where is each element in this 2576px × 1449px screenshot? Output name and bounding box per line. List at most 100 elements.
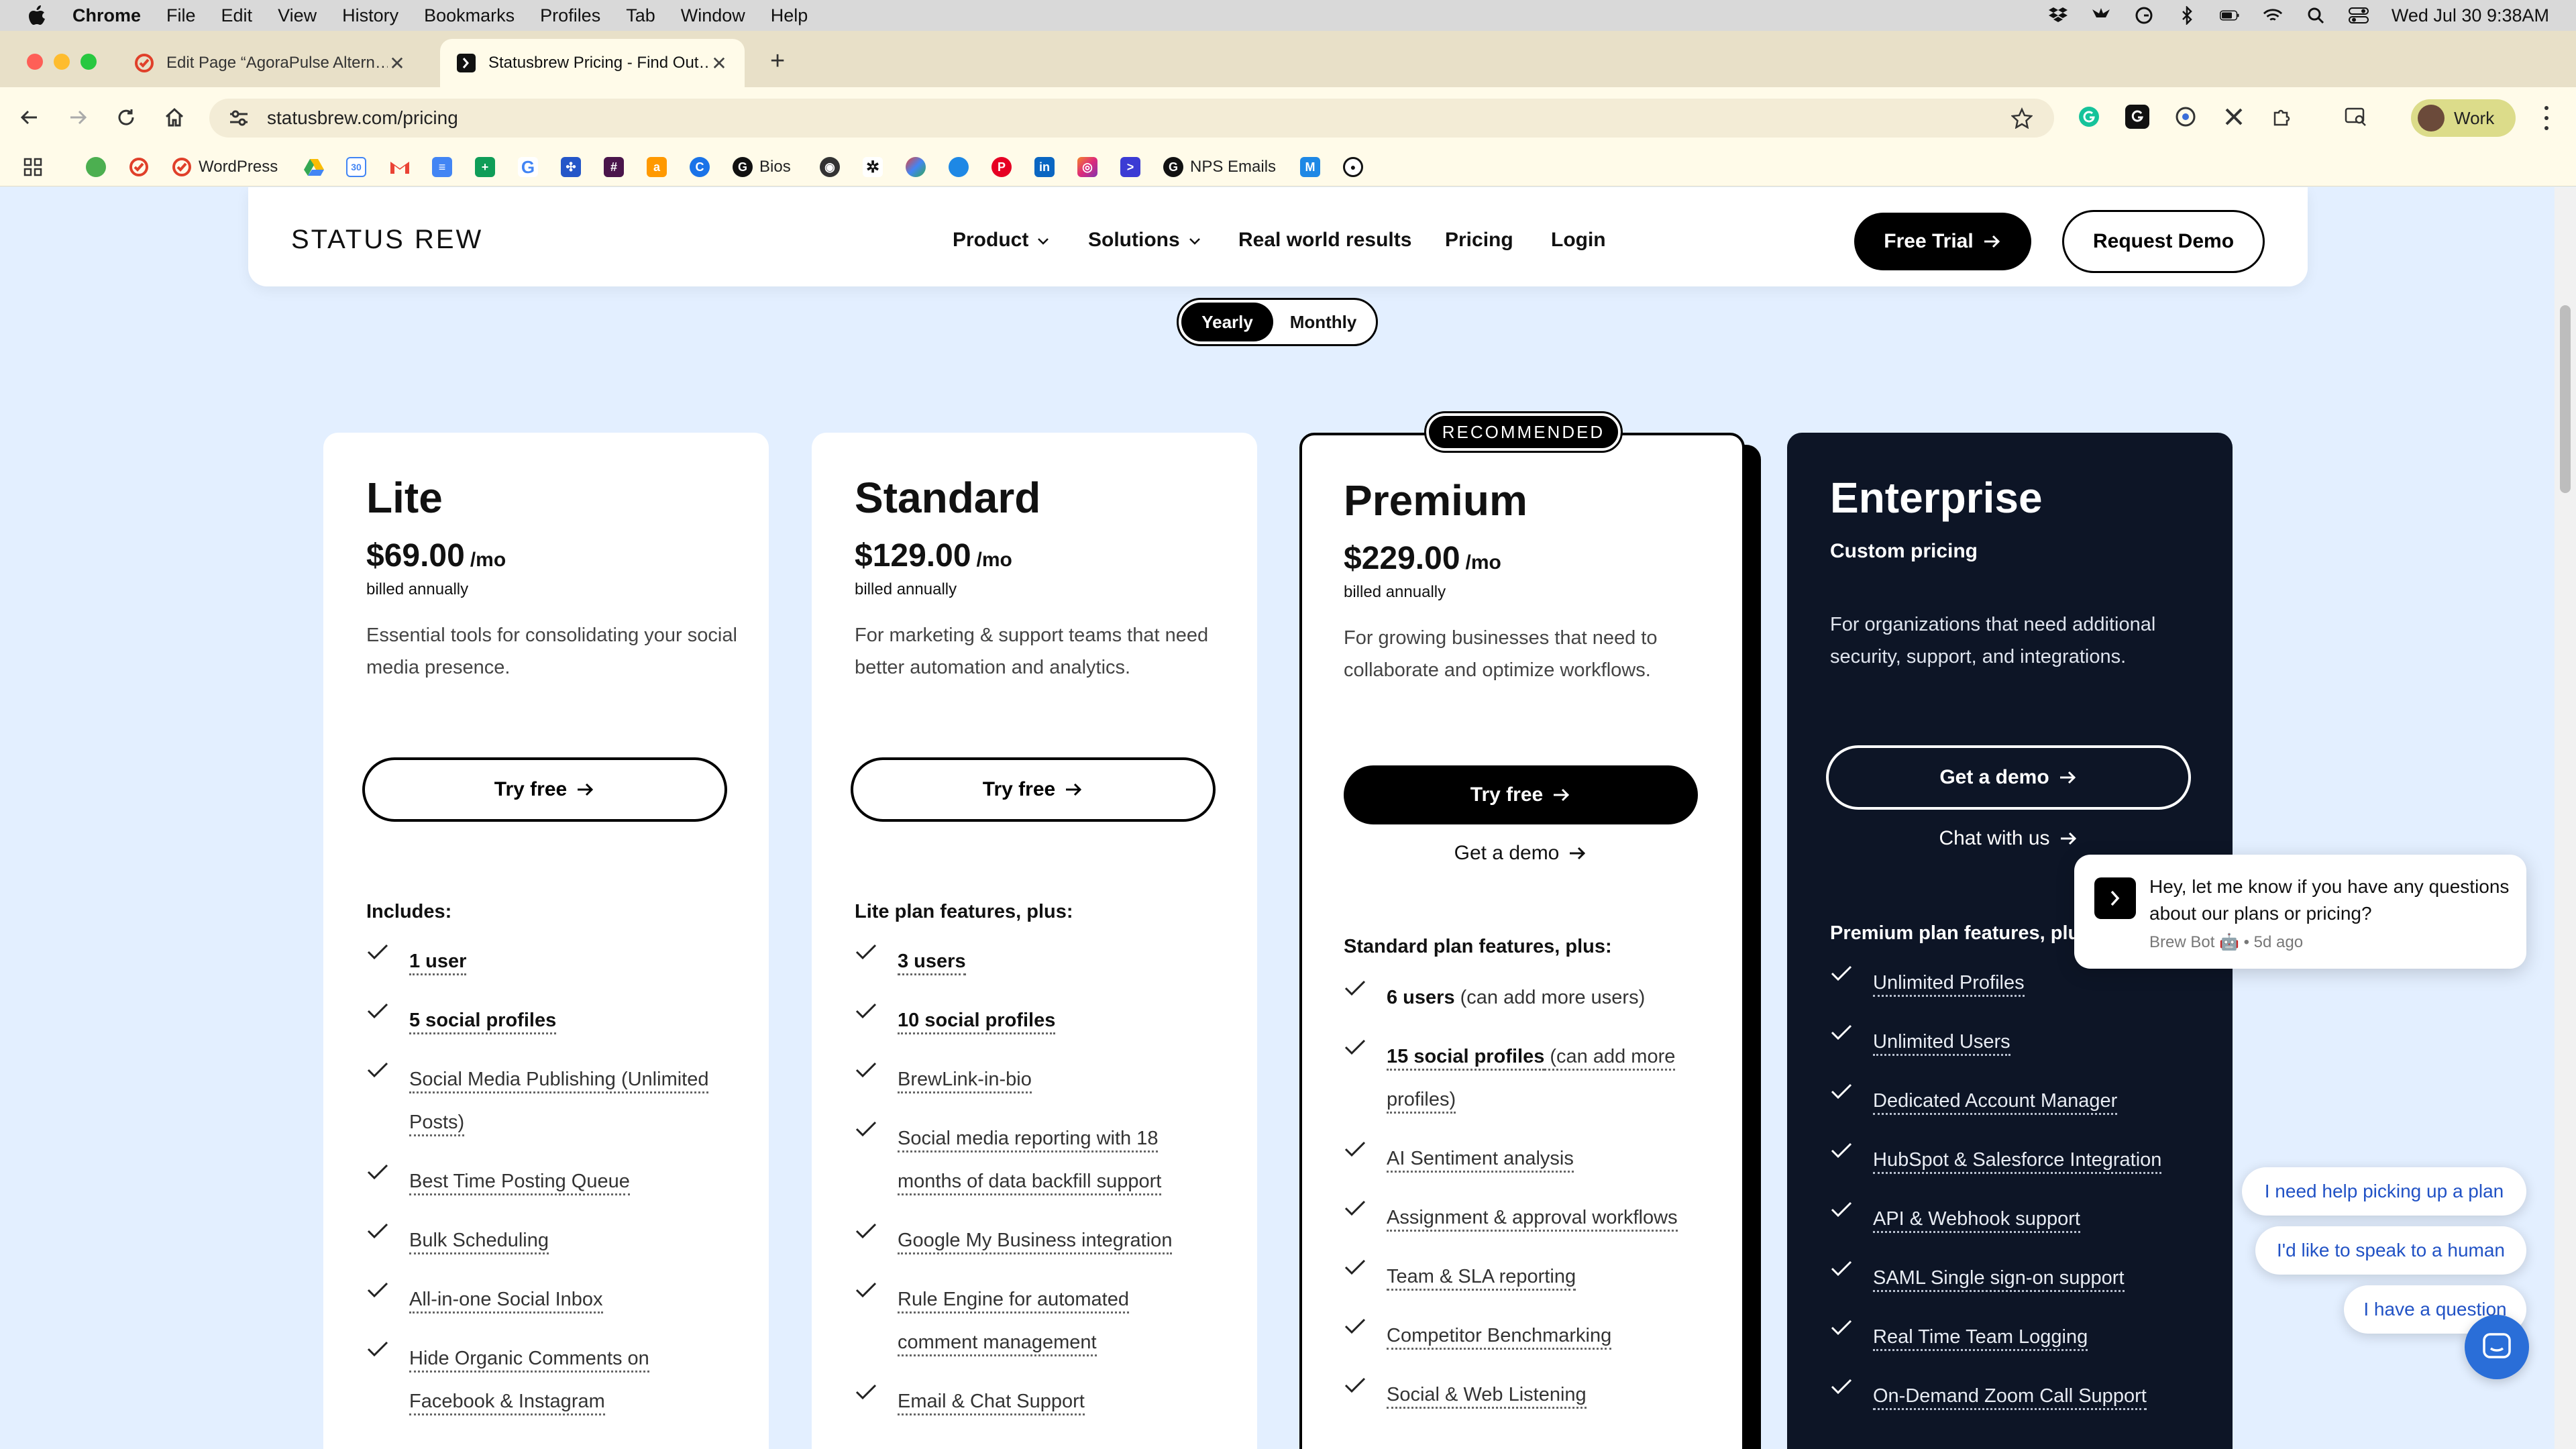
bird-app-icon[interactable] bbox=[2091, 7, 2111, 24]
extensions-puzzle-icon[interactable] bbox=[2270, 105, 2294, 129]
window-close-button[interactable] bbox=[27, 54, 43, 70]
tab-close-icon[interactable]: ✕ bbox=[710, 52, 729, 74]
quick-reply-speak-to-human[interactable]: I'd like to speak to a human bbox=[2255, 1226, 2526, 1275]
grammarly-extension-icon[interactable] bbox=[2077, 105, 2101, 129]
window-zoom-button[interactable] bbox=[80, 54, 97, 70]
menu-file[interactable]: File bbox=[166, 5, 196, 26]
menu-history[interactable]: History bbox=[342, 5, 398, 26]
feature-text[interactable]: BrewLink-in-bio bbox=[898, 1069, 1032, 1093]
try-free-button[interactable]: Try free bbox=[362, 757, 727, 822]
chat-launcher-button[interactable] bbox=[2465, 1315, 2529, 1379]
feature-text[interactable]: Email & Chat Support bbox=[898, 1391, 1085, 1415]
extension-tools-icon[interactable] bbox=[2222, 105, 2246, 129]
bookmark-m-icon[interactable]: M bbox=[1300, 156, 1327, 178]
quick-reply-help-picking-plan[interactable]: I need help picking up a plan bbox=[2242, 1167, 2526, 1216]
bookmark-arrow-icon[interactable]: > bbox=[1120, 156, 1147, 178]
extension-g-icon[interactable] bbox=[2125, 105, 2149, 129]
chat-message-bubble[interactable]: Hey, let me know if you have any questio… bbox=[2074, 855, 2526, 969]
tab-statusbrew-pricing[interactable]: Statusbrew Pricing - Find Out… ✕ bbox=[440, 39, 745, 87]
pinterest-icon[interactable]: P bbox=[991, 156, 1018, 178]
address-bar[interactable]: statusbrew.com/pricing bbox=[209, 99, 2054, 138]
feature-text[interactable]: 10 social profiles bbox=[898, 1010, 1056, 1034]
google-drive-icon[interactable] bbox=[303, 156, 325, 178]
extension-at-icon[interactable] bbox=[2174, 105, 2198, 129]
github-icon[interactable]: ● bbox=[1343, 156, 1370, 178]
bookmark-c-icon[interactable]: C bbox=[690, 156, 716, 178]
feature-text[interactable]: Competitor Benchmarking bbox=[1387, 1325, 1612, 1350]
dropbox-icon[interactable] bbox=[2048, 7, 2068, 24]
site-settings-icon[interactable] bbox=[225, 109, 252, 127]
bookmark-green-icon[interactable] bbox=[86, 156, 113, 178]
bookmark-wordpress[interactable]: WordPress bbox=[172, 156, 278, 178]
profile-chip[interactable]: Work bbox=[2411, 99, 2516, 137]
tab-edit-page[interactable]: Edit Page “AgoraPulse Altern… ✕ bbox=[118, 39, 423, 87]
tab-close-icon[interactable]: ✕ bbox=[388, 52, 407, 74]
menu-window[interactable]: Window bbox=[681, 5, 745, 26]
get-a-demo-button[interactable]: Get a demo bbox=[1826, 745, 2191, 810]
menu-profiles[interactable]: Profiles bbox=[540, 5, 600, 26]
apple-menu-icon[interactable] bbox=[27, 5, 47, 25]
forward-arrow-icon[interactable] bbox=[64, 104, 91, 131]
feature-text[interactable]: Social media reporting with 18 months of… bbox=[898, 1128, 1162, 1195]
free-trial-button[interactable]: Free Trial bbox=[1854, 213, 2031, 270]
nav-product[interactable]: Product bbox=[953, 229, 1050, 252]
menu-bookmarks[interactable]: Bookmarks bbox=[424, 5, 515, 26]
google-g-icon[interactable]: G bbox=[518, 156, 545, 178]
bookmark-mascot-icon[interactable]: ◉ bbox=[820, 156, 847, 178]
nav-pricing[interactable]: Pricing bbox=[1445, 229, 1513, 252]
instagram-icon[interactable]: ◎ bbox=[1077, 156, 1104, 178]
home-icon[interactable] bbox=[161, 104, 188, 131]
bookmark-bios[interactable]: G Bios bbox=[733, 156, 791, 178]
bookmark-multicolor-icon[interactable] bbox=[906, 156, 932, 178]
menu-help[interactable]: Help bbox=[771, 5, 808, 26]
new-tab-icon[interactable]: + bbox=[770, 47, 785, 76]
feature-text[interactable]: All-in-one Social Inbox bbox=[409, 1289, 603, 1313]
nav-login[interactable]: Login bbox=[1551, 229, 1606, 252]
toggle-monthly[interactable]: Monthly bbox=[1273, 303, 1373, 341]
feature-text[interactable]: Team & SLA reporting bbox=[1387, 1266, 1576, 1291]
menu-app-name[interactable]: Chrome bbox=[72, 5, 141, 26]
feature-text[interactable]: Google My Business integration bbox=[898, 1230, 1173, 1254]
battery-icon[interactable] bbox=[2219, 7, 2240, 24]
feature-text[interactable]: Hide Organic Comments on Facebook & Inst… bbox=[409, 1348, 649, 1415]
feature-text[interactable]: Unlimited Profiles bbox=[1873, 972, 2025, 997]
menu-view[interactable]: View bbox=[278, 5, 317, 26]
google-docs-icon[interactable]: ≡ bbox=[432, 156, 459, 178]
menu-clock[interactable]: Wed Jul 30 9:38AM bbox=[2392, 5, 2549, 26]
slack-icon[interactable]: # bbox=[604, 156, 631, 178]
feature-text[interactable]: Social Media Publishing (Unlimited Posts… bbox=[409, 1069, 709, 1136]
feature-text[interactable]: Rule Engine for automated comment manage… bbox=[898, 1289, 1129, 1356]
calendar-icon[interactable]: 30 bbox=[346, 156, 373, 178]
menu-edit[interactable]: Edit bbox=[221, 5, 253, 26]
feature-text[interactable]: Unlimited Users bbox=[1873, 1031, 2010, 1056]
feature-text[interactable]: 5 social profiles bbox=[409, 1010, 557, 1034]
feature-text[interactable]: 1 user bbox=[409, 951, 467, 975]
chat-with-us-link[interactable]: Chat with us bbox=[1826, 822, 2191, 855]
try-free-button[interactable]: Try free bbox=[851, 757, 1216, 822]
menu-tab[interactable]: Tab bbox=[626, 5, 655, 26]
toggle-yearly[interactable]: Yearly bbox=[1181, 303, 1274, 341]
nav-solutions[interactable]: Solutions bbox=[1088, 229, 1201, 252]
bookmark-blue-grid-icon[interactable]: ✣ bbox=[561, 156, 588, 178]
bookmark-globe-icon[interactable] bbox=[949, 156, 975, 178]
feature-text[interactable]: SAML Single sign-on support bbox=[1873, 1267, 2125, 1292]
feature-text[interactable]: Social & Web Listening bbox=[1387, 1384, 1587, 1409]
scrollbar-thumb[interactable] bbox=[2560, 305, 2571, 493]
grammarly-menu-icon[interactable] bbox=[2134, 7, 2154, 24]
back-arrow-icon[interactable] bbox=[16, 104, 43, 131]
feature-text[interactable]: On-Demand Zoom Call Support bbox=[1873, 1385, 2147, 1410]
feature-text[interactable]: Real Time Team Logging bbox=[1873, 1326, 2088, 1351]
amazon-icon[interactable]: a bbox=[647, 156, 674, 178]
url-text[interactable]: statusbrew.com/pricing bbox=[267, 107, 458, 129]
bluetooth-icon[interactable] bbox=[2177, 6, 2197, 25]
wifi-icon[interactable] bbox=[2263, 7, 2283, 24]
gmail-icon[interactable] bbox=[389, 156, 411, 178]
tab-search-icon[interactable] bbox=[2344, 105, 2368, 129]
bookmark-nps-emails[interactable]: G NPS Emails bbox=[1163, 156, 1276, 178]
request-demo-button[interactable]: Request Demo bbox=[2062, 210, 2265, 273]
bookmark-check-icon[interactable] bbox=[129, 156, 149, 178]
reload-icon[interactable] bbox=[113, 104, 140, 131]
feature-text[interactable]: API & Webhook support bbox=[1873, 1208, 2080, 1233]
google-sheets-icon[interactable]: + bbox=[475, 156, 502, 178]
feature-text[interactable]: 6 users bbox=[1387, 987, 1455, 1008]
